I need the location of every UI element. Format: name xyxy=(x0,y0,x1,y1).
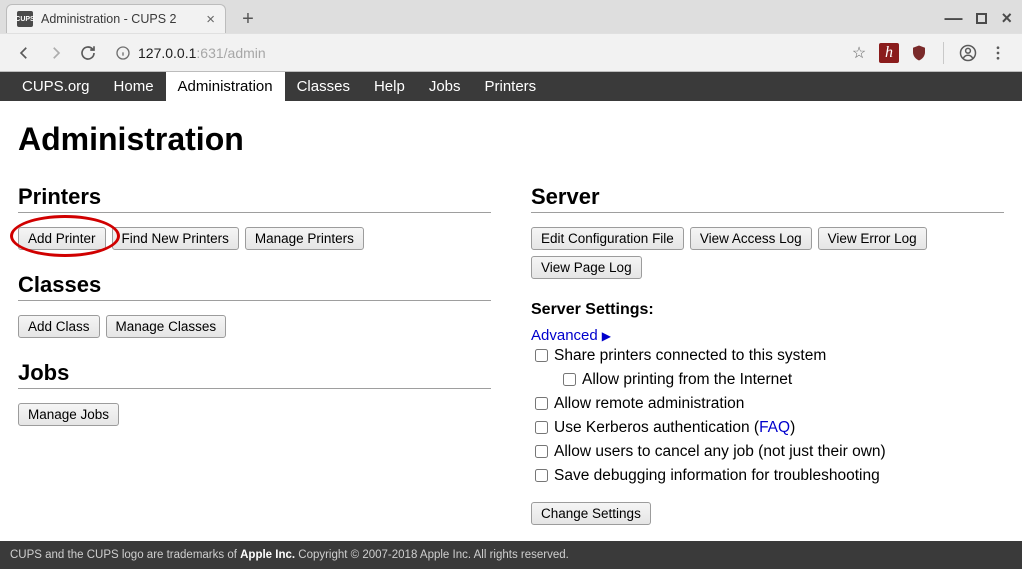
view-page-log-button[interactable]: View Page Log xyxy=(531,256,642,279)
window-minimize-icon[interactable]: — xyxy=(944,8,962,29)
site-info-icon[interactable] xyxy=(112,42,134,64)
opt-remote[interactable]: Allow remote administration xyxy=(531,392,1004,416)
window-maximize-icon[interactable] xyxy=(976,13,987,24)
left-column: Printers Add Printer Find New Printers M… xyxy=(18,184,491,525)
page-title: Administration xyxy=(18,121,1004,158)
manage-classes-button[interactable]: Manage Classes xyxy=(106,315,227,338)
divider xyxy=(531,212,1004,213)
change-settings-button[interactable]: Change Settings xyxy=(531,502,651,525)
tab-title: Administration - CUPS 2 xyxy=(41,12,198,26)
classes-buttons: Add Class Manage Classes xyxy=(18,315,491,338)
new-tab-button[interactable]: + xyxy=(234,5,262,33)
nav-help[interactable]: Help xyxy=(362,72,417,101)
kerberos-faq-link[interactable]: FAQ xyxy=(759,419,790,436)
advanced-link[interactable]: Advanced xyxy=(531,327,598,344)
server-settings-label: Server Settings: xyxy=(531,301,1004,319)
toolbar-divider xyxy=(943,42,944,64)
url-text: 127.0.0.1:631/admin xyxy=(138,45,841,61)
manage-jobs-button[interactable]: Manage Jobs xyxy=(18,403,119,426)
manage-printers-button[interactable]: Manage Printers xyxy=(245,227,364,250)
tab-strip: CUPS Administration - CUPS 2 × + — × xyxy=(0,0,1022,33)
opt-debug[interactable]: Save debugging information for troublesh… xyxy=(531,464,1004,488)
favicon: CUPS xyxy=(17,11,33,27)
view-error-log-button[interactable]: View Error Log xyxy=(818,227,927,250)
add-printer-button[interactable]: Add Printer xyxy=(18,227,106,250)
classes-heading: Classes xyxy=(18,272,491,298)
nav-cups-org[interactable]: CUPS.org xyxy=(10,72,102,101)
jobs-buttons: Manage Jobs xyxy=(18,403,491,426)
cancel-any-checkbox[interactable] xyxy=(535,445,548,458)
server-settings: Share printers connected to this system … xyxy=(531,344,1004,488)
add-class-button[interactable]: Add Class xyxy=(18,315,100,338)
bookmark-icon[interactable]: ☆ xyxy=(849,43,869,63)
page-body: Administration Printers Add Printer Find… xyxy=(0,101,1022,555)
cups-navbar: CUPS.org Home Administration Classes Hel… xyxy=(0,72,1022,101)
opt-cancel-any[interactable]: Allow users to cancel any job (not just … xyxy=(531,440,1004,464)
nav-jobs[interactable]: Jobs xyxy=(417,72,473,101)
printers-buttons: Add Printer Find New Printers Manage Pri… xyxy=(18,227,491,250)
kerberos-checkbox[interactable] xyxy=(535,421,548,434)
address-bar[interactable]: 127.0.0.1:631/admin xyxy=(112,39,841,67)
find-new-printers-button[interactable]: Find New Printers xyxy=(112,227,239,250)
opt-kerberos[interactable]: Use Kerberos authentication (FAQ) xyxy=(531,416,1004,440)
divider xyxy=(18,212,491,213)
footer-apple: Apple Inc. xyxy=(240,549,295,561)
view-access-log-button[interactable]: View Access Log xyxy=(690,227,812,250)
advanced-toggle[interactable]: Advanced ▶ xyxy=(531,327,1004,344)
jobs-heading: Jobs xyxy=(18,360,491,386)
nav-home[interactable]: Home xyxy=(102,72,166,101)
ublock-shield-icon[interactable] xyxy=(909,43,929,63)
opt-internet[interactable]: Allow printing from the Internet xyxy=(559,368,1004,392)
opt-share[interactable]: Share printers connected to this system xyxy=(531,344,1004,368)
browser-chrome: CUPS Administration - CUPS 2 × + — × 127… xyxy=(0,0,1022,72)
divider xyxy=(18,388,491,389)
kebab-menu-icon[interactable] xyxy=(988,43,1008,63)
server-buttons: Edit Configuration File View Access Log … xyxy=(531,227,1004,279)
right-column: Server Edit Configuration File View Acce… xyxy=(531,184,1004,525)
divider xyxy=(18,300,491,301)
internet-checkbox[interactable] xyxy=(563,373,576,386)
browser-toolbar: 127.0.0.1:631/admin ☆ h xyxy=(0,33,1022,71)
chevron-right-icon: ▶ xyxy=(602,329,611,343)
window-close-icon[interactable]: × xyxy=(1001,8,1012,29)
footer: CUPS and the CUPS logo are trademarks of… xyxy=(0,541,1022,569)
close-icon[interactable]: × xyxy=(206,12,215,27)
server-heading: Server xyxy=(531,184,1004,210)
edit-config-button[interactable]: Edit Configuration File xyxy=(531,227,684,250)
share-checkbox[interactable] xyxy=(535,349,548,362)
nav-printers[interactable]: Printers xyxy=(473,72,549,101)
back-button[interactable] xyxy=(10,39,38,67)
profile-icon[interactable] xyxy=(958,43,978,63)
extension-h-icon[interactable]: h xyxy=(879,43,899,63)
forward-button[interactable] xyxy=(42,39,70,67)
browser-tab[interactable]: CUPS Administration - CUPS 2 × xyxy=(6,4,226,33)
nav-administration[interactable]: Administration xyxy=(166,72,285,101)
reload-button[interactable] xyxy=(74,39,102,67)
toolbar-right: ☆ h xyxy=(849,42,1014,64)
nav-classes[interactable]: Classes xyxy=(285,72,362,101)
remote-checkbox[interactable] xyxy=(535,397,548,410)
debug-checkbox[interactable] xyxy=(535,469,548,482)
printers-heading: Printers xyxy=(18,184,491,210)
